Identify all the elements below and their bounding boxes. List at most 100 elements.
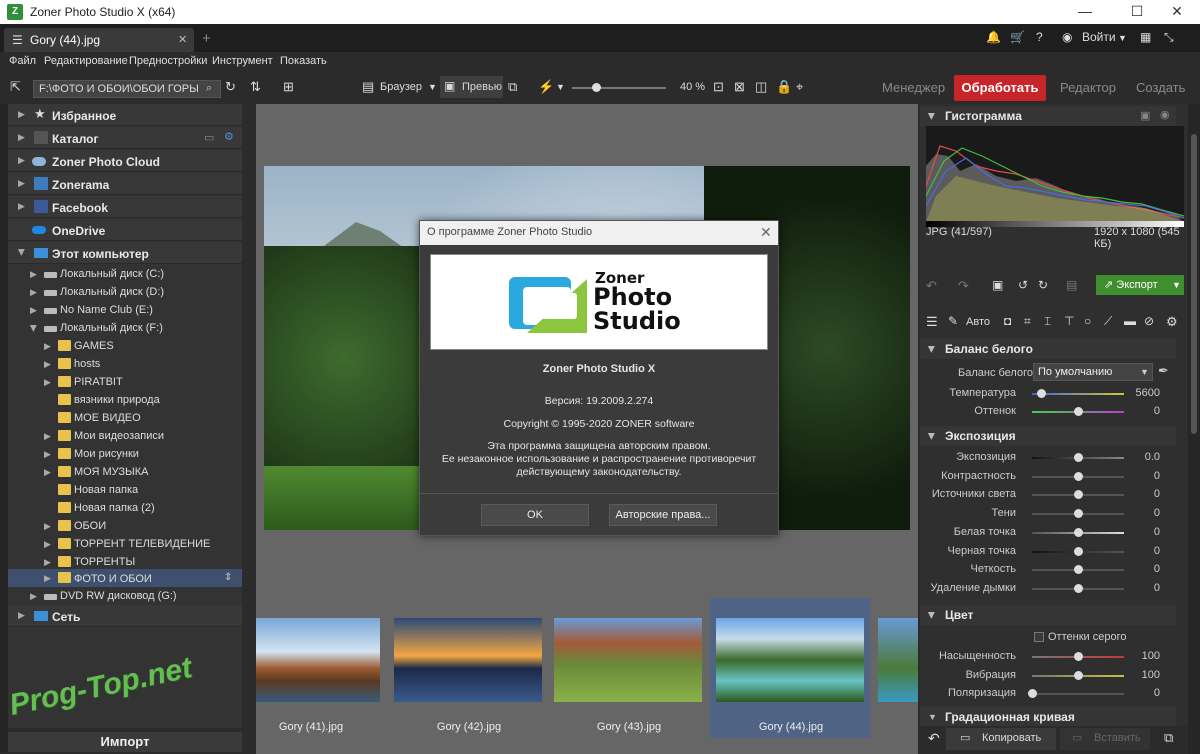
expand-icon[interactable]: ▶ (44, 449, 51, 460)
perspective-icon[interactable]: ⌶ (1044, 314, 1051, 329)
nav-folder[interactable]: Новая папка (8, 481, 242, 499)
mode-manager[interactable]: Менеджер (882, 80, 945, 95)
slider-row[interactable]: Поляризация 0 (920, 684, 1176, 703)
collapse-icon[interactable]: ▶ (926, 433, 937, 440)
collapse-icon[interactable]: ▶ (28, 325, 39, 332)
sort-icon[interactable]: ⇅ (250, 79, 261, 95)
login-button[interactable]: Войти (1082, 30, 1116, 44)
nav-favorites[interactable]: ▶ ★ Избранное (8, 104, 242, 126)
slider-knob[interactable] (1074, 546, 1083, 556)
nav-zonerama[interactable]: ▶ Zonerama (8, 173, 242, 195)
left-panel-collapse-handle[interactable] (0, 104, 8, 752)
import-button[interactable]: Импорт (8, 732, 242, 752)
mode-process-button[interactable]: Обработать (954, 75, 1046, 101)
slider-row[interactable]: Черная точка 0 (920, 542, 1176, 561)
crop-icon[interactable]: ⌗ (1024, 314, 1031, 329)
nav-folder[interactable]: вязники природа (8, 391, 242, 409)
search-icon[interactable]: ⌕ (206, 82, 212, 95)
slider-row[interactable]: Вибрация 100 (920, 666, 1176, 685)
slider-row[interactable]: Экспозиция 0.0 (920, 448, 1176, 467)
curve-header[interactable]: ▼ Градационная кривая (920, 707, 1176, 727)
slider-row[interactable]: Контрастность 0 (920, 467, 1176, 486)
new-folder-icon[interactable]: ⊞ (283, 79, 294, 95)
slider-row[interactable]: Насыщенность 100 (920, 647, 1176, 666)
nav-network[interactable]: ▶ Сеть (8, 605, 242, 627)
grayscale-checkbox[interactable] (1034, 632, 1044, 642)
menu-edit[interactable]: Редактирование (44, 55, 128, 67)
clipping-icon[interactable]: ◉ (1160, 108, 1170, 121)
wb-preset-select[interactable]: По умолчанию ▼ (1033, 363, 1153, 381)
magic-wand-icon[interactable]: ✎ (948, 314, 958, 328)
tab-close-icon[interactable]: ✕ (178, 33, 187, 46)
slider-knob[interactable] (1074, 527, 1083, 537)
adjustments-icon[interactable]: ☰ (926, 314, 938, 330)
expand-icon[interactable]: ▶ (44, 377, 51, 388)
duplicate-icon[interactable]: ⧉ (1164, 730, 1173, 746)
nav-onedrive[interactable]: OneDrive (8, 219, 242, 241)
right-panel-scrollbar[interactable] (1188, 104, 1200, 754)
dialog-close-icon[interactable]: ✕ (760, 224, 772, 241)
nav-drive-f[interactable]: ▶ Локальный диск (F:) (8, 319, 242, 337)
rotate-right-icon[interactable]: ↻ (1038, 278, 1048, 292)
export-button[interactable]: ⇗ Экспорт ▼ (1096, 275, 1184, 295)
reorder-icon[interactable]: ⇕ (224, 572, 232, 583)
nav-dvd[interactable]: ▶ DVD RW дисковод (G:) (8, 587, 242, 605)
slider-row[interactable]: Оттенок 0 (920, 402, 1176, 421)
expand-icon[interactable]: ▶ (44, 521, 51, 532)
color-header[interactable]: ▶ Цвет (920, 605, 1176, 625)
slider-row[interactable]: Белая точка 0 (920, 523, 1176, 542)
collapse-icon[interactable]: ▶ (926, 346, 937, 353)
slider-knob[interactable] (1028, 689, 1037, 698)
menu-view[interactable]: Показать (280, 55, 327, 67)
nav-folder[interactable]: ▶ Мои рисунки (8, 445, 242, 463)
slider-knob[interactable] (1074, 670, 1083, 680)
slider-knob[interactable] (1074, 471, 1083, 481)
slider-knob[interactable] (1074, 583, 1083, 593)
slider-knob[interactable] (1074, 407, 1083, 416)
expand-icon[interactable]: ▶ (30, 287, 37, 298)
expand-icon[interactable]: ▶ (30, 591, 37, 602)
nav-folder[interactable]: ▶ ТОРРЕНТ ТЕЛЕВИДЕНИЕ (8, 535, 242, 553)
copyright-button[interactable]: Авторские права... (609, 504, 717, 526)
histogram-header[interactable]: ▶ Гистограмма ▣ ◉ (920, 106, 1176, 126)
nav-folder[interactable]: ▶ Мои видеозаписи (8, 427, 242, 445)
expand-icon[interactable]: ▶ (18, 109, 25, 120)
nav-cloud[interactable]: ▶ Zoner Photo Cloud (8, 150, 242, 172)
expand-icon[interactable]: ▶ (30, 269, 37, 280)
cart-icon[interactable]: 🛒 (1010, 30, 1025, 44)
rotate-left-icon[interactable]: ↺ (1018, 278, 1028, 292)
slider-knob[interactable] (1037, 389, 1047, 398)
path-input[interactable]: F:\ФОТО И ОБОИ\ОБОИ ГОРЫ ⌕ (33, 80, 221, 98)
nav-folder-selected[interactable]: ▶ ФОТО И ОБОИ ⇕ (8, 569, 242, 589)
flash-icon[interactable]: ⚡ (538, 79, 554, 95)
nav-folder[interactable]: МОЕ ВИДЕО (8, 409, 242, 427)
paste-button[interactable]: ▭ Вставить (1060, 728, 1150, 750)
collapse-icon[interactable]: ▶ (16, 249, 27, 256)
slider-knob[interactable] (1074, 453, 1083, 462)
expand-icon[interactable]: ▶ (44, 557, 51, 568)
browser-button[interactable]: Браузер (380, 81, 422, 93)
new-tab-button[interactable]: + (202, 30, 211, 47)
help-icon[interactable]: ? (1036, 30, 1043, 44)
user-icon[interactable]: ◉ (1062, 30, 1072, 44)
nav-folder[interactable]: ▶ МОЯ МУЗЫКА (8, 463, 242, 481)
layout-icon[interactable]: ▦ (1140, 30, 1151, 44)
expand-icon[interactable]: ▶ (18, 610, 25, 621)
expand-icon[interactable]: ▶ (18, 178, 25, 189)
slider-knob[interactable] (1074, 652, 1083, 661)
add-folder-icon[interactable]: ▭ (204, 131, 214, 144)
expand-icon[interactable]: ▶ (30, 305, 37, 316)
zoom-slider-knob[interactable] (592, 83, 601, 92)
nav-folder[interactable]: Новая папка (2) (8, 499, 242, 517)
reset-icon[interactable]: ↶ (928, 730, 940, 747)
fullscreen-icon[interactable]: ⤡ (1164, 30, 1174, 45)
slider-knob[interactable] (1074, 509, 1083, 519)
nav-facebook[interactable]: ▶ Facebook (8, 196, 242, 218)
slider-knob[interactable] (1074, 490, 1083, 500)
mode-editor[interactable]: Редактор (1060, 80, 1116, 95)
nav-folder[interactable]: ▶ PIRATBIT (8, 373, 242, 391)
expand-icon[interactable]: ▶ (44, 573, 51, 584)
redo-icon[interactable]: ↷ (958, 278, 969, 294)
menu-file[interactable]: Файл (9, 55, 36, 67)
settings-gear-icon[interactable]: ⚙ (1166, 314, 1178, 330)
